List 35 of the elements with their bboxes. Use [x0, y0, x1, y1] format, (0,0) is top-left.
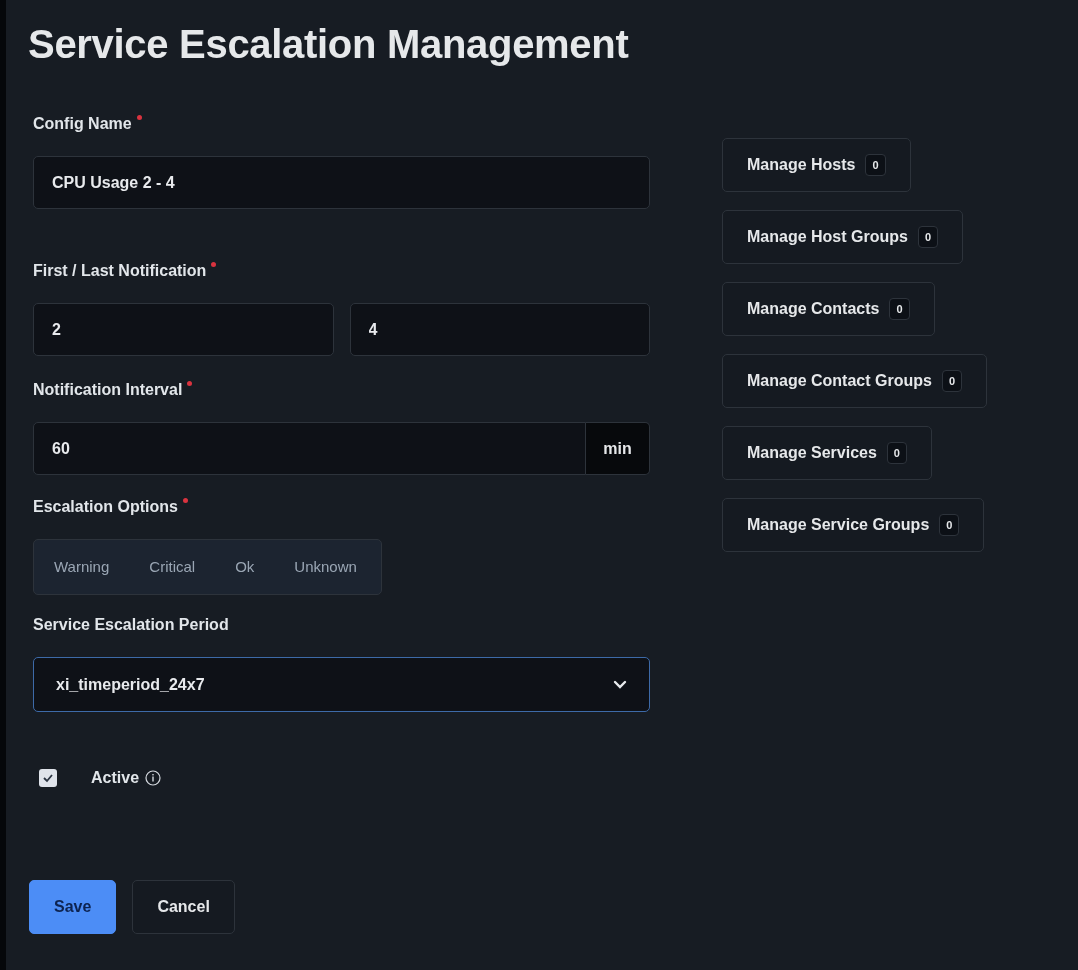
count-badge: 0: [865, 153, 886, 177]
count-badge: 0: [941, 369, 963, 393]
manage-button[interactable]: Manage Contacts 0: [722, 282, 935, 336]
first-notification-field[interactable]: 2: [33, 303, 334, 356]
manage-button[interactable]: Manage Contact Groups 0: [722, 354, 988, 408]
active-checkbox[interactable]: [39, 769, 57, 787]
count-badge: 0: [889, 297, 910, 321]
manage-button[interactable]: Manage Service Groups 0: [722, 498, 985, 552]
field-label: First / Last Notification: [33, 261, 207, 281]
count-badge: 0: [917, 225, 939, 249]
field-label: Notification Interval: [33, 380, 183, 400]
info-icon: [145, 770, 162, 786]
count-badge: 0: [939, 513, 960, 537]
field-label: Config Name: [33, 114, 132, 134]
last-notification-field[interactable]: 4: [349, 303, 650, 356]
count-badge: 0: [886, 441, 907, 465]
save-button[interactable]: Save: [29, 880, 117, 934]
interval-field[interactable]: 60: [33, 422, 586, 475]
manage-button[interactable]: Manage Hosts 0: [722, 138, 911, 192]
cancel-button[interactable]: Cancel: [132, 880, 235, 934]
option-toggle[interactable]: Critical: [149, 555, 216, 579]
checkmark-icon: [42, 773, 54, 783]
manage-button[interactable]: Manage Services 0: [722, 426, 932, 480]
unit-addon: min: [585, 422, 650, 475]
active-label: Active: [91, 768, 140, 788]
option-toggle[interactable]: Ok: [235, 555, 275, 579]
page-title: Service Escalation Management: [28, 21, 630, 68]
option-toggle[interactable]: Unknown: [294, 555, 361, 579]
manage-button[interactable]: Manage Host Groups 0: [722, 210, 964, 264]
field-label: Service Escalation Period: [33, 615, 229, 635]
chevron-down-icon: [613, 679, 627, 690]
period-select[interactable]: xi_timeperiod_24x7: [33, 657, 650, 712]
config-name-field[interactable]: CPU Usage 2 - 4: [33, 156, 650, 209]
field-label: Escalation Options: [33, 497, 178, 517]
option-toggle[interactable]: Warning: [54, 555, 130, 579]
